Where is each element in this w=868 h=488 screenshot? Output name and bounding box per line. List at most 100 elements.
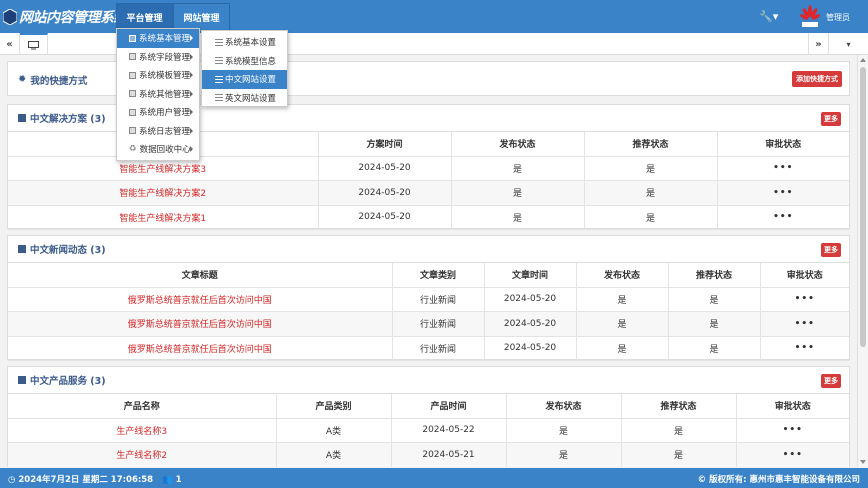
menu-item-system-logs[interactable]: 系统日志管理 <box>117 122 199 141</box>
product-name-link[interactable]: 生产线名称3 <box>8 418 277 443</box>
list-icon <box>215 57 223 65</box>
menu-label: 系统基本管理 <box>139 34 191 45</box>
article-category: 行业新闻 <box>392 336 485 361</box>
caret-right-icon <box>190 35 193 41</box>
caret-right-icon <box>190 53 193 60</box>
window-icon <box>129 71 136 79</box>
status-footer: ◷ 2024年7月2日 星期二 17:06:58 👥 1 © 版权所有: 惠州市… <box>0 468 868 488</box>
column-header: 推荐状态 <box>668 263 761 288</box>
add-shortcut-button[interactable]: 添加快捷方式 <box>792 71 842 87</box>
solution-name-link[interactable]: 智能生产线解决方案1 <box>8 205 319 230</box>
square-icon <box>18 376 26 384</box>
menu-label: 英文网站设置 <box>225 93 277 104</box>
approval-status[interactable]: ••• <box>717 156 849 181</box>
system-basic-submenu: 系统基本设置 系统模型信息 中文网站设置 英文网站设置 <box>201 30 288 107</box>
solution-date: 2024-05-20 <box>318 156 452 181</box>
menu-label: 系统模板管理 <box>139 71 191 82</box>
menu-item-system-fields[interactable]: 系统字段管理 <box>117 48 199 67</box>
menu-item-system-basic[interactable]: 系统基本管理 <box>117 29 199 48</box>
tabs-dropdown-button[interactable]: ▾ <box>828 33 868 55</box>
table-row: 生产线名称3 A类 2024-05-22 是 是 ••• <box>8 418 849 443</box>
shortcuts-title: 我的快捷方式 <box>30 75 88 87</box>
footer-left: ◷ 2024年7月2日 星期二 17:06:58 👥 1 <box>8 473 182 485</box>
publish-status: 是 <box>576 336 669 361</box>
huawei-brand-icon <box>800 5 820 27</box>
article-category: 行业新闻 <box>392 287 485 312</box>
approval-status[interactable]: ••• <box>760 311 849 337</box>
monitor-icon <box>28 40 39 49</box>
article-date: 2024-05-20 <box>484 336 577 361</box>
submenu-item-chinese-site-settings[interactable]: 中文网站设置 <box>202 70 287 89</box>
approval-status[interactable]: ••• <box>717 205 849 230</box>
recommend-status: 是 <box>668 311 761 337</box>
news-header: 中文新闻动态 (3) 更多 <box>8 236 849 263</box>
table-row: 智能生产线解决方案2 2024-05-20 是 是 ••• <box>8 180 849 206</box>
menu-label: 数据回收中心 <box>139 145 191 156</box>
article-title-link[interactable]: 俄罗斯总统普京就任后首次访问中国 <box>8 287 393 312</box>
submenu-item-english-site-settings[interactable]: 英文网站设置 <box>202 89 287 108</box>
menu-item-system-users[interactable]: 系统用户管理 <box>117 103 199 122</box>
recommend-status: 是 <box>584 156 718 181</box>
list-icon <box>215 75 223 83</box>
approval-status[interactable]: ••• <box>736 418 849 443</box>
column-header: 审批状态 <box>717 132 849 157</box>
news-title: 中文新闻动态 (3) <box>30 245 106 256</box>
column-header: 方案时间 <box>318 132 452 157</box>
window-icon <box>129 90 136 98</box>
products-more-button[interactable]: 更多 <box>821 374 841 388</box>
user-menu[interactable]: 管理员 <box>826 12 850 23</box>
table-header-row: 产品名称 产品类别 产品时间 发布状态 推荐状态 审批状态 <box>8 394 849 419</box>
submenu-item-basic-settings[interactable]: 系统基本设置 <box>202 33 287 52</box>
menu-item-system-other[interactable]: 系统其他管理 <box>117 85 199 104</box>
solution-date: 2024-05-20 <box>318 205 452 230</box>
news-more-button[interactable]: 更多 <box>821 243 841 257</box>
nav-platform-management[interactable]: 平台管理 <box>116 3 173 31</box>
scroll-down-icon[interactable] <box>860 460 866 464</box>
menu-item-recycle-center[interactable]: ♻ 数据回收中心 <box>117 140 199 159</box>
publish-status: 是 <box>451 180 585 206</box>
table-row: 俄罗斯总统普京就任后首次访问中国 行业新闻 2024-05-20 是 是 ••• <box>8 336 849 361</box>
solution-name-link[interactable]: 智能生产线解决方案2 <box>8 180 319 206</box>
footer-copyright: 版权所有: 惠州市惠丰智能设备有限公司 <box>709 475 860 485</box>
tabs-scroll-right-button[interactable]: » <box>808 33 828 55</box>
home-tab[interactable] <box>20 33 48 55</box>
menu-item-system-templates[interactable]: 系统模板管理 <box>117 66 199 85</box>
users-icon: 👥 <box>162 475 173 485</box>
solutions-title: 中文解决方案 (3) <box>30 114 106 125</box>
approval-status[interactable]: ••• <box>717 180 849 206</box>
product-category: A类 <box>276 442 392 467</box>
column-header: 发布状态 <box>576 263 669 288</box>
scroll-thumb[interactable] <box>860 67 866 347</box>
product-name-link[interactable]: 生产线名称2 <box>8 442 277 467</box>
products-table: 产品名称 产品类别 产品时间 发布状态 推荐状态 审批状态 生产线名称3 A类 … <box>8 394 849 467</box>
window-icon <box>129 108 136 116</box>
solutions-more-button[interactable]: 更多 <box>821 112 841 126</box>
news-panel: 中文新闻动态 (3) 更多 文章标题 文章类别 文章时间 发布状态 推荐状态 审… <box>7 235 850 361</box>
nav-site-management[interactable]: 网站管理 <box>173 3 230 31</box>
column-header: 发布状态 <box>506 394 622 419</box>
approval-status[interactable]: ••• <box>760 287 849 312</box>
approval-status[interactable]: ••• <box>760 336 849 361</box>
tabs-scroll-left-button[interactable]: « <box>0 33 20 55</box>
column-header: 产品名称 <box>8 394 277 419</box>
menu-label: 系统基本设置 <box>225 38 277 49</box>
submenu-item-model-info[interactable]: 系统模型信息 <box>202 52 287 71</box>
approval-status[interactable]: ••• <box>736 442 849 467</box>
publish-status: 是 <box>451 156 585 181</box>
wrench-icon[interactable]: 🔧▾ <box>759 10 778 23</box>
menu-label: 系统日志管理 <box>139 126 191 137</box>
article-title-link[interactable]: 俄罗斯总统普京就任后首次访问中国 <box>8 336 393 361</box>
vertical-scrollbar[interactable] <box>857 55 868 467</box>
copyright-icon: © <box>697 475 707 485</box>
recommend-status: 是 <box>621 418 737 443</box>
clock-icon: ◷ <box>8 475 16 485</box>
menu-label: 系统用户管理 <box>139 108 191 119</box>
hexagon-logo-icon <box>3 9 17 25</box>
menu-label: 系统其他管理 <box>139 89 191 100</box>
column-header: 产品时间 <box>391 394 507 419</box>
scroll-up-icon[interactable] <box>860 58 866 62</box>
article-date: 2024-05-20 <box>484 287 577 312</box>
list-icon <box>215 94 223 102</box>
publish-status: 是 <box>506 418 622 443</box>
article-title-link[interactable]: 俄罗斯总统普京就任后首次访问中国 <box>8 311 393 337</box>
